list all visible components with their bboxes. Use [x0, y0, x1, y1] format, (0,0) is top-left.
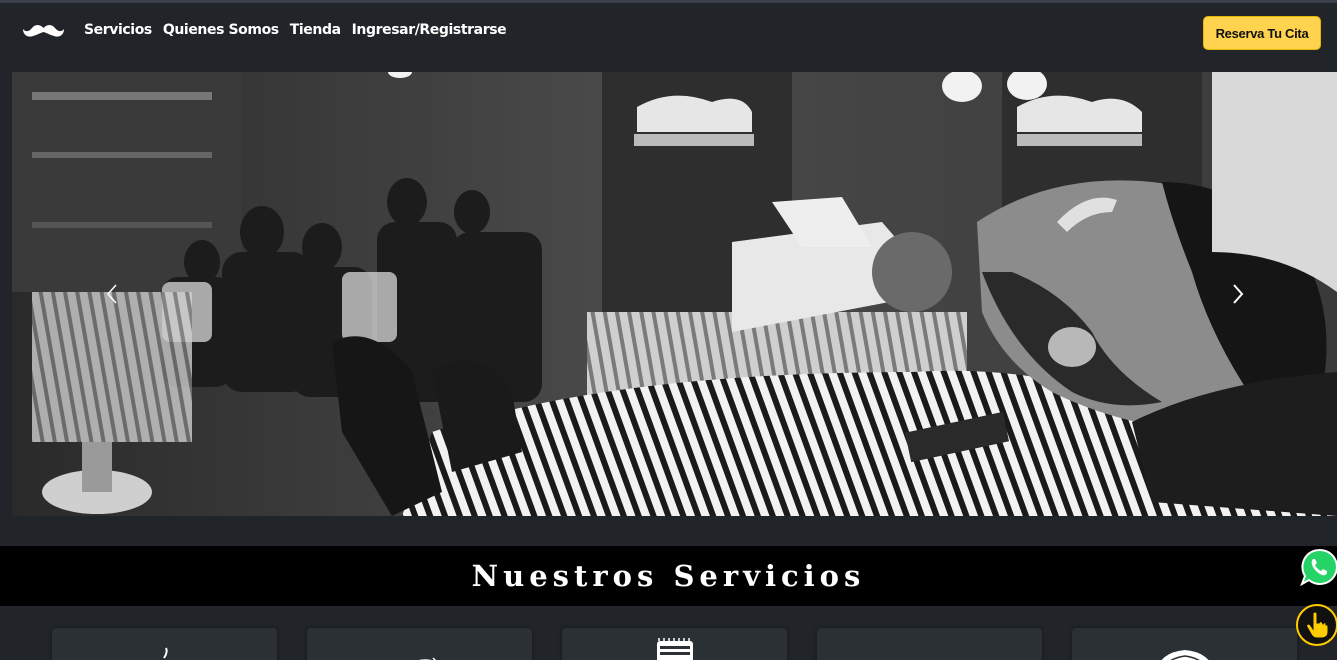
hero-image — [12, 72, 1337, 516]
razor-icon — [418, 657, 436, 660]
services-cards — [52, 628, 1297, 660]
hand-pointer-icon — [1306, 611, 1329, 639]
beard-icon — [162, 647, 168, 659]
navbar: Servicios Quienes Somos Tienda Ingresar/… — [0, 3, 1337, 60]
carousel-prev-button[interactable] — [92, 272, 132, 316]
nav-menu: Servicios Quienes Somos Tienda Ingresar/… — [84, 20, 507, 40]
whatsapp-icon — [1300, 548, 1337, 587]
service-card[interactable] — [52, 628, 277, 660]
head-icon — [1161, 650, 1208, 660]
chevron-left-icon — [106, 284, 117, 304]
book-appointment-button[interactable]: Reserva Tu Cita — [1203, 16, 1321, 50]
service-card[interactable] — [1072, 628, 1297, 660]
accessibility-button[interactable] — [1296, 604, 1337, 646]
services-header: Nuestros Servicios — [0, 546, 1337, 606]
service-card[interactable] — [307, 628, 532, 660]
carousel-next-button[interactable] — [1218, 272, 1258, 316]
nav-link-quienes-somos[interactable]: Quienes Somos — [163, 20, 279, 40]
nav-link-ingresar-registrarse[interactable]: Ingresar/Registrarse — [352, 20, 507, 40]
service-card[interactable] — [817, 628, 1042, 660]
clipper-icon — [656, 638, 693, 660]
service-card[interactable] — [562, 628, 787, 660]
hero-carousel — [12, 72, 1337, 516]
mustache-icon[interactable] — [22, 22, 65, 42]
whatsapp-button[interactable] — [1300, 548, 1337, 587]
chevron-right-icon — [1233, 284, 1244, 304]
nav-link-tienda[interactable]: Tienda — [290, 20, 341, 40]
nav-link-servicios[interactable]: Servicios — [84, 20, 152, 40]
section-title: Nuestros Servicios — [471, 559, 866, 593]
